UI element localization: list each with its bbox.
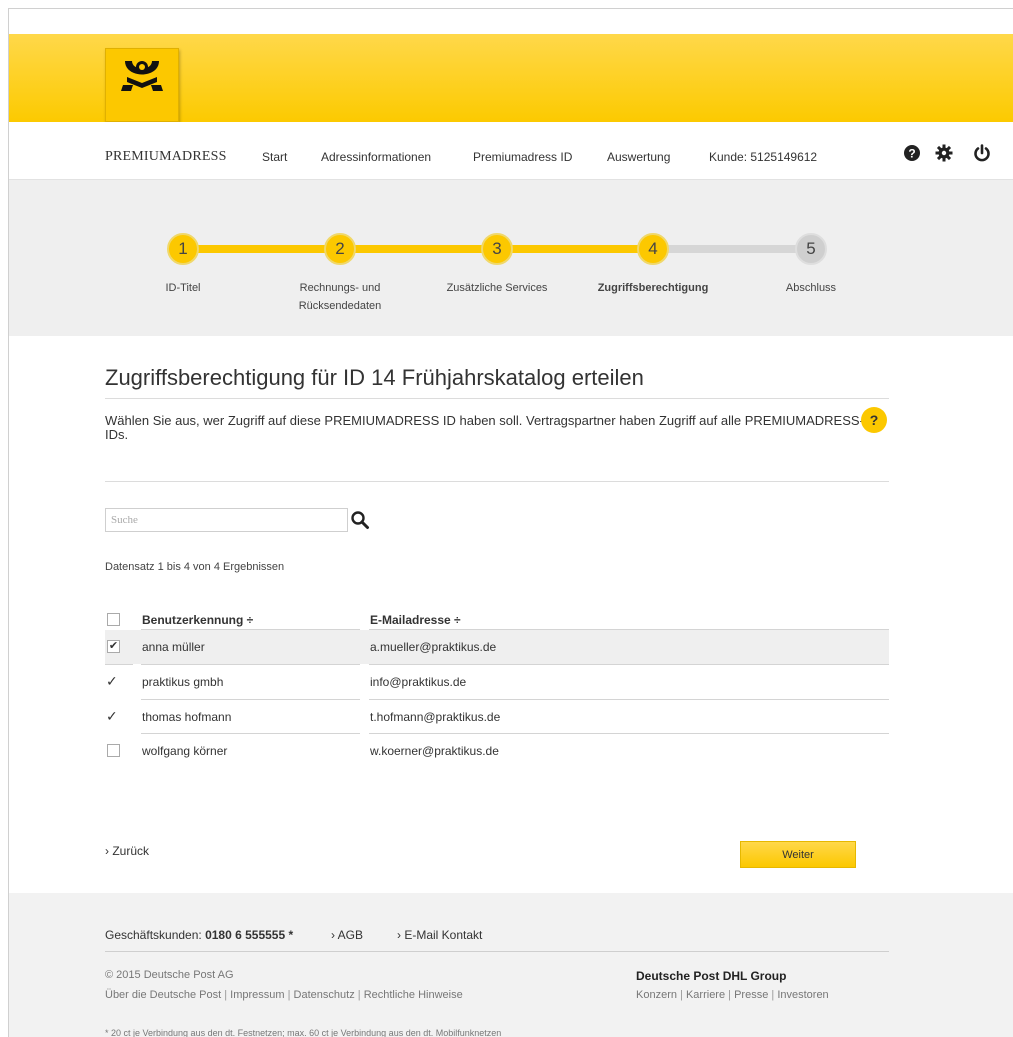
footer: Geschäftskunden: 0180 6 555555 * › AGB ›…: [9, 893, 1013, 1037]
chevron-right-icon: ›: [397, 928, 401, 942]
help-button[interactable]: ?: [861, 407, 887, 433]
row-check-icon[interactable]: ✓: [106, 673, 118, 690]
row-user: thomas hofmann: [142, 710, 232, 724]
back-link[interactable]: › Zurück: [105, 844, 149, 858]
search-input[interactable]: [105, 508, 348, 532]
footer-link-about[interactable]: Über die Deutsche Post: [105, 989, 221, 1001]
nav-item-premiumadress-id[interactable]: Premiumadress ID: [473, 150, 572, 164]
step-1-label: ID-Titel: [165, 282, 201, 294]
progress-stepper: 1 2 3 4 5 ID-Titel Rechnungs- und Rückse…: [9, 180, 1013, 336]
step-3-label: Zusätzliche Services: [446, 282, 548, 294]
footer-group-name: Deutsche Post DHL Group: [636, 969, 787, 983]
footer-note: * 20 ct je Verbindung aus den dt. Festne…: [105, 1028, 502, 1037]
page-title: Zugriffsberechtigung für ID 14 Frühjahrs…: [105, 365, 644, 390]
nav-item-adressinformationen[interactable]: Adressinformationen: [321, 150, 431, 164]
logo[interactable]: [105, 48, 179, 122]
chevron-right-icon: ›: [105, 844, 109, 858]
column-header-user[interactable]: Benutzerkennung ÷: [142, 613, 253, 627]
search-icon[interactable]: [350, 510, 370, 530]
nav-item-auswertung[interactable]: Auswertung: [607, 150, 670, 164]
step-4-label: Zugriffsberechtigung: [597, 282, 709, 294]
next-button[interactable]: Weiter: [740, 841, 856, 868]
posthorn-icon: [121, 61, 163, 91]
footer-contact-link[interactable]: › E-Mail Kontakt: [397, 928, 482, 942]
footer-copyright: © 2015 Deutsche Post AG: [105, 969, 234, 981]
nav-brand[interactable]: PREMIUMADRESS: [105, 149, 227, 165]
step-2-label: Rechnungs- und Rücksendedaten: [298, 282, 382, 312]
footer-phone: Geschäftskunden: 0180 6 555555 *: [105, 928, 294, 942]
stepper-track-done: [190, 245, 653, 253]
gear-icon[interactable]: [935, 144, 953, 162]
app-frame: PREMIUMADRESS Start Adressinformationen …: [8, 8, 1013, 1037]
step-2-circle[interactable]: 2: [324, 233, 356, 265]
footer-link-karriere[interactable]: Karriere: [686, 989, 725, 1001]
row-user: praktikus gmbh: [142, 675, 224, 689]
table-row[interactable]: wolfgang körner w.koerner@praktikus.de: [105, 734, 889, 768]
row-checkbox-checked[interactable]: ✔: [107, 640, 120, 653]
row-user: wolfgang körner: [142, 744, 228, 758]
stepper-track-todo: [653, 245, 811, 253]
title-divider: [105, 398, 889, 399]
row-email: w.koerner@praktikus.de: [370, 744, 499, 758]
svg-text:?: ?: [908, 147, 915, 161]
back-label: Zurück: [112, 844, 150, 858]
row-user: anna müller: [142, 640, 205, 654]
row-checkbox[interactable]: [107, 744, 120, 757]
power-icon[interactable]: [973, 144, 991, 162]
footer-link-presse[interactable]: Presse: [734, 989, 768, 1001]
footer-links-right: Konzern | Karriere | Presse | Investoren: [636, 989, 829, 1001]
nav-item-start[interactable]: Start: [262, 150, 287, 164]
step-4-circle: 4: [637, 233, 669, 265]
main-nav: PREMIUMADRESS Start Adressinformationen …: [9, 122, 1013, 180]
footer-agb-link[interactable]: › AGB: [331, 928, 363, 942]
row-check-icon[interactable]: ✓: [106, 708, 118, 725]
help-icon[interactable]: ?: [903, 144, 921, 162]
intro-divider: [105, 481, 889, 482]
row-email: a.mueller@praktikus.de: [370, 640, 497, 654]
row-email: info@praktikus.de: [370, 675, 467, 689]
column-header-email[interactable]: E-Mailadresse ÷: [370, 613, 461, 627]
chevron-right-icon: ›: [331, 928, 335, 942]
row-email: t.hofmann@praktikus.de: [370, 710, 501, 724]
table-row[interactable]: ✓ thomas hofmann t.hofmann@praktikus.de: [105, 700, 889, 734]
footer-link-konzern[interactable]: Konzern: [636, 989, 677, 1001]
footer-link-investoren[interactable]: Investoren: [777, 989, 828, 1001]
intro-text: Wählen Sie aus, wer Zugriff auf diese PR…: [105, 413, 864, 442]
table-row[interactable]: ✔ anna müller a.mueller@praktikus.de: [105, 630, 889, 664]
footer-divider: [105, 951, 889, 952]
footer-link-legal[interactable]: Rechtliche Hinweise: [364, 989, 463, 1001]
footer-link-datenschutz[interactable]: Datenschutz: [294, 989, 355, 1001]
select-all-checkbox[interactable]: [107, 613, 120, 626]
result-count: Datensatz 1 bis 4 von 4 Ergebnissen: [105, 561, 285, 573]
step-5-label: Abschluss: [785, 282, 837, 294]
step-1-circle[interactable]: 1: [167, 233, 199, 265]
step-3-circle[interactable]: 3: [481, 233, 513, 265]
nav-customer-number: Kunde: 5125149612: [709, 150, 818, 164]
header-bar: [9, 34, 1013, 122]
table-row[interactable]: ✓ praktikus gmbh info@praktikus.de: [105, 665, 889, 699]
footer-link-impressum[interactable]: Impressum: [230, 989, 284, 1001]
step-5-circle: 5: [795, 233, 827, 265]
footer-links-left: Über die Deutsche Post | Impressum | Dat…: [105, 989, 463, 1001]
